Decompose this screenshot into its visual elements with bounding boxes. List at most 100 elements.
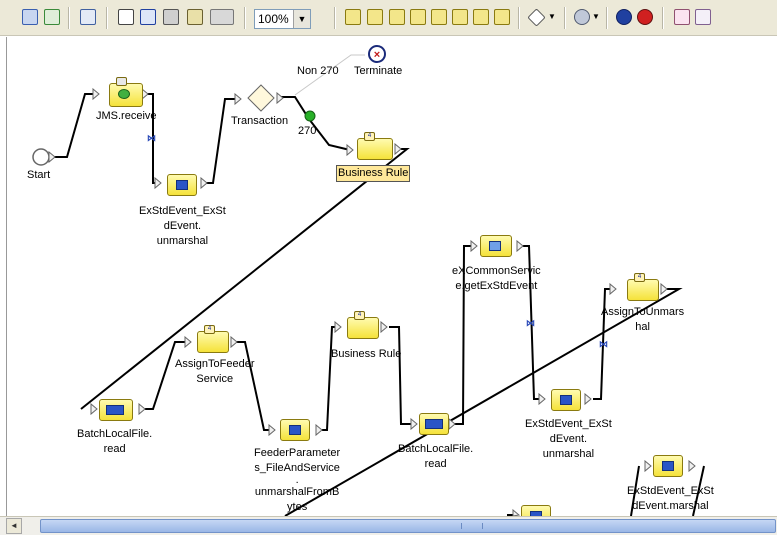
align-icon[interactable] (187, 9, 203, 25)
assign-unmarshal-node[interactable]: 4 (627, 273, 659, 301)
assign-feeder-node[interactable]: 4 (197, 325, 229, 353)
port-arrow-icon (230, 335, 238, 349)
send-icon[interactable] (431, 9, 447, 25)
feeder-params-node[interactable] (280, 419, 310, 441)
refresh-icon[interactable] (80, 9, 96, 25)
toolbar-separator (564, 7, 566, 29)
edit-icon[interactable] (140, 9, 156, 25)
common-service-label: eXCommonServic e.getExStdEvent (452, 265, 541, 292)
collapse-icon[interactable] (674, 9, 690, 25)
jms-receive-node[interactable] (109, 77, 143, 107)
unmarshal-label-2: ExStdEvent_ExSt dEvent. unmarshal (525, 418, 612, 460)
select-link-icon[interactable] (22, 9, 38, 25)
feeder-params-label: FeederParameter s_FileAndService. unmarsha… (254, 447, 341, 513)
label-270: 270 (298, 125, 317, 137)
start-label: Start (27, 169, 51, 181)
decision-diamond-icon (247, 84, 275, 112)
chevron-down-icon[interactable]: ▼ (293, 10, 310, 28)
zoom-value: 100% (258, 12, 289, 26)
common-service-node[interactable] (480, 235, 512, 257)
port-arrow-icon (584, 392, 592, 406)
gear-icon[interactable] (574, 9, 590, 25)
folder-icon[interactable] (367, 9, 383, 25)
validate-icon[interactable] (118, 9, 134, 25)
toolbar-separator (518, 7, 520, 29)
transform-marker-icon: ⋈ (526, 318, 535, 328)
port-arrow-icon (609, 282, 617, 296)
unmarshal-label-1: ExStdEvent_ExSt dEvent. unmarshal (139, 205, 226, 247)
port-arrow-icon (346, 143, 354, 157)
navigate-icon[interactable] (44, 9, 60, 25)
grip-icon (461, 523, 483, 529)
unmarshal-node-2[interactable] (551, 389, 581, 411)
port-arrow-icon (644, 459, 652, 473)
batch-read-label-1: BatchLocalFile. read (77, 428, 153, 455)
decision-icon[interactable] (473, 9, 489, 25)
toolbar: 100% ▼ ▼ ▼ (0, 0, 777, 36)
non270-label: Non 270 (297, 65, 339, 77)
port-arrow-icon (234, 92, 242, 106)
scroll-left-button[interactable]: ◄ (6, 518, 22, 534)
marshal-label: ExStdEvent_ExSt dEvent.marshal (627, 485, 714, 512)
unmarshal-node-1[interactable] (167, 174, 197, 196)
port-arrow-icon (154, 176, 162, 190)
horizontal-scrollbar[interactable]: ◄ (0, 516, 777, 535)
assign-unmarshal-label: AssignToUnmars hal (601, 306, 685, 333)
port-arrow-icon (380, 320, 388, 334)
stop-icon[interactable] (637, 9, 653, 25)
activity-icon[interactable] (345, 9, 361, 25)
layout-icon[interactable] (210, 9, 234, 25)
transform-marker-icon: ⋈ (599, 339, 608, 349)
print-icon[interactable] (163, 9, 179, 25)
toolbar-separator (106, 7, 108, 29)
receive-icon[interactable] (410, 9, 426, 25)
port-arrow-icon (200, 176, 208, 190)
port-arrow-icon (184, 335, 192, 349)
transaction-label: Transaction (231, 115, 289, 127)
port-arrow-icon (660, 282, 668, 296)
loop-icon[interactable] (527, 8, 546, 27)
port-arrow-icon (92, 87, 100, 101)
new-node-icon[interactable] (389, 9, 405, 25)
business-rule-label-1[interactable]: Business Rule (336, 165, 411, 182)
batch-read-node-2[interactable] (419, 413, 449, 435)
port-arrow-icon (516, 239, 524, 253)
flow-icon[interactable] (616, 9, 632, 25)
business-rule-node-1[interactable]: 4 (357, 132, 393, 160)
while-icon[interactable] (494, 9, 510, 25)
toolbar-separator (68, 7, 70, 29)
zoom-select[interactable]: 100% ▼ (254, 9, 311, 29)
link-start-receive (49, 93, 96, 158)
transform-marker-icon: ⋈ (147, 133, 156, 143)
scrollbar-thumb[interactable] (40, 519, 776, 533)
port-arrow-icon (138, 402, 146, 416)
bottom-node[interactable] (521, 505, 551, 516)
port-arrow-icon (48, 150, 56, 164)
batch-read-label-2: BatchLocalFile. read (398, 443, 474, 470)
port-arrow-icon (276, 91, 284, 105)
port-arrow-icon (90, 402, 98, 416)
toolbar-separator (662, 7, 664, 29)
diagram-canvas[interactable]: × ⋈ ⋈ ⋈ 4 4 4 4 Start JMS.receive ExStdE… (6, 37, 777, 516)
port-arrow-icon (688, 459, 696, 473)
port-arrow-icon (410, 417, 418, 431)
expand-icon[interactable] (695, 9, 711, 25)
port-arrow-icon (334, 320, 342, 334)
jms-receive-label: JMS.receive (96, 110, 157, 122)
toolbar-separator (334, 7, 336, 29)
toolbar-separator (244, 7, 246, 29)
business-rule-node-2[interactable]: 4 (347, 311, 379, 339)
port-arrow-icon (315, 423, 323, 437)
port-arrow-icon (470, 239, 478, 253)
port-arrow-icon (394, 142, 402, 156)
close-icon: × (374, 49, 380, 61)
port-arrow-icon (268, 423, 276, 437)
start-circle-icon (32, 148, 50, 166)
chevron-down-icon[interactable]: ▼ (548, 9, 564, 25)
terminate-label: Terminate (354, 65, 403, 77)
condition-dot-icon (304, 110, 316, 122)
marshal-node[interactable] (653, 455, 683, 477)
business-rule-label-2: Business Rule (331, 348, 402, 360)
batch-read-node-1[interactable] (99, 399, 133, 421)
map-icon[interactable] (452, 9, 468, 25)
